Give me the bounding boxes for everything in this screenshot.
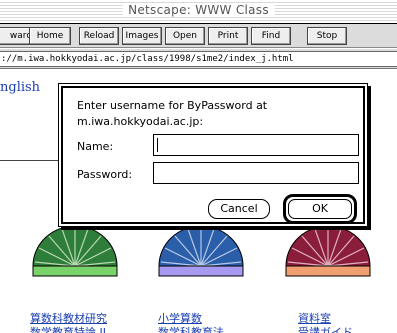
link-course-guide[interactable]: 受講ガイド: [298, 324, 353, 333]
images-button[interactable]: Images: [122, 27, 162, 45]
link-math-teaching-method[interactable]: 数学科教育法: [158, 324, 224, 333]
password-dialog: Enter username for ByPassword at m.iwa.h…: [58, 83, 368, 227]
horizontal-rule: [0, 160, 60, 161]
window-title-bar[interactable]: Netscape: WWW Class: [0, 0, 397, 24]
red-dome-icon[interactable]: [284, 226, 372, 278]
print-button[interactable]: Print: [208, 27, 248, 45]
password-label: Password:: [77, 168, 133, 181]
location-field[interactable]: ://m.iwa.hokkyodai.ac.jp/class/1998/s1me…: [0, 51, 397, 67]
find-button[interactable]: Find: [251, 27, 291, 45]
open-button[interactable]: Open: [165, 27, 205, 45]
location-bar: ://m.iwa.hokkyodai.ac.jp/class/1998/s1me…: [0, 49, 397, 69]
english-link[interactable]: nglish: [0, 80, 40, 95]
name-label: Name:: [77, 140, 114, 153]
blue-dome-icon[interactable]: [157, 226, 245, 278]
dialog-message-line1: Enter username for ByPassword at: [77, 99, 268, 112]
window-title: Netscape: WWW Class: [122, 3, 275, 17]
text-caret: [157, 138, 158, 152]
navigation-toolbar: ward Home Reload Images Open Print Find …: [0, 24, 397, 48]
dialog-message-line2: m.iwa.hokkyodai.ac.jp:: [77, 115, 204, 128]
name-field[interactable]: [153, 134, 359, 156]
stop-button[interactable]: Stop: [307, 27, 347, 45]
green-dome-icon[interactable]: [31, 226, 119, 278]
link-math-education-special[interactable]: 数学教育特論 II: [30, 324, 106, 333]
home-button[interactable]: Home: [29, 27, 71, 45]
dialog-frame: Enter username for ByPassword at m.iwa.h…: [61, 86, 365, 224]
password-field[interactable]: [153, 162, 359, 184]
ok-button[interactable]: OK: [288, 199, 352, 219]
dialog-message: Enter username for ByPassword at m.iwa.h…: [77, 98, 317, 130]
cancel-button[interactable]: Cancel: [208, 199, 270, 219]
reload-button[interactable]: Reload: [79, 27, 119, 45]
ok-button-default-ring: OK: [283, 194, 357, 224]
